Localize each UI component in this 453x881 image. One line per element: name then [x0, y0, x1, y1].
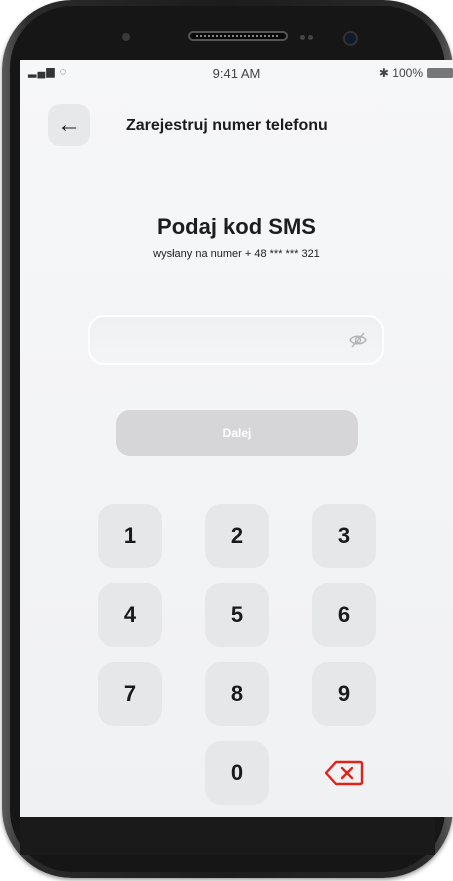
delete-key[interactable]	[312, 741, 376, 805]
sms-code-input[interactable]	[88, 315, 384, 365]
eye-off-icon[interactable]	[348, 330, 368, 350]
speaker-grille	[188, 31, 288, 41]
key-9[interactable]: 9	[312, 662, 376, 726]
battery-label: ✱ 100%	[378, 66, 423, 80]
arrow-left-icon: ←	[57, 111, 81, 138]
status-bar: ▂▄▆ ◌ 9:41 AM ✱ 100%	[20, 60, 453, 84]
key-label: 1	[123, 523, 137, 548]
battery-icon	[427, 68, 453, 78]
key-1[interactable]: 1	[98, 504, 162, 568]
key-label: 6	[337, 602, 351, 627]
app-screen: ▂▄▆ ◌ 9:41 AM ✱ 100% ← Zarejestruj numer…	[20, 60, 453, 817]
next-button[interactable]: Dalej	[116, 410, 358, 456]
key-3[interactable]: 3	[312, 504, 376, 568]
key-label: 3	[337, 523, 351, 548]
key-0[interactable]: 0	[205, 741, 269, 805]
key-label: 9	[337, 681, 351, 706]
key-label: 2	[230, 523, 244, 548]
key-label: 8	[230, 681, 244, 706]
key-7[interactable]: 7	[98, 662, 162, 726]
sensor-dot-small	[300, 35, 305, 40]
battery-indicator: ✱ 100%	[379, 66, 453, 80]
sensor-dot-small-2	[308, 35, 313, 40]
key-6[interactable]: 6	[312, 583, 376, 647]
key-label: 4	[123, 602, 137, 627]
key-8[interactable]: 8	[205, 662, 269, 726]
sensor-dot	[122, 33, 130, 41]
phone-bottom-bezel	[20, 817, 435, 855]
back-button[interactable]: ←	[48, 104, 90, 146]
key-4[interactable]: 4	[98, 583, 162, 647]
key-label: 0	[230, 760, 244, 785]
page-subtitle: wysłany na numer + 48 *** *** 321	[153, 248, 320, 260]
header-title: Zarejestruj numer telefonu	[126, 117, 328, 134]
key-label: 7	[123, 681, 137, 706]
backspace-icon	[324, 760, 364, 786]
key-2[interactable]: 2	[205, 504, 269, 568]
front-camera	[343, 31, 358, 46]
key-label: 5	[230, 602, 244, 627]
page-title: Podaj kod SMS	[157, 214, 316, 239]
next-button-label: Dalej	[222, 426, 252, 440]
key-5[interactable]: 5	[205, 583, 269, 647]
